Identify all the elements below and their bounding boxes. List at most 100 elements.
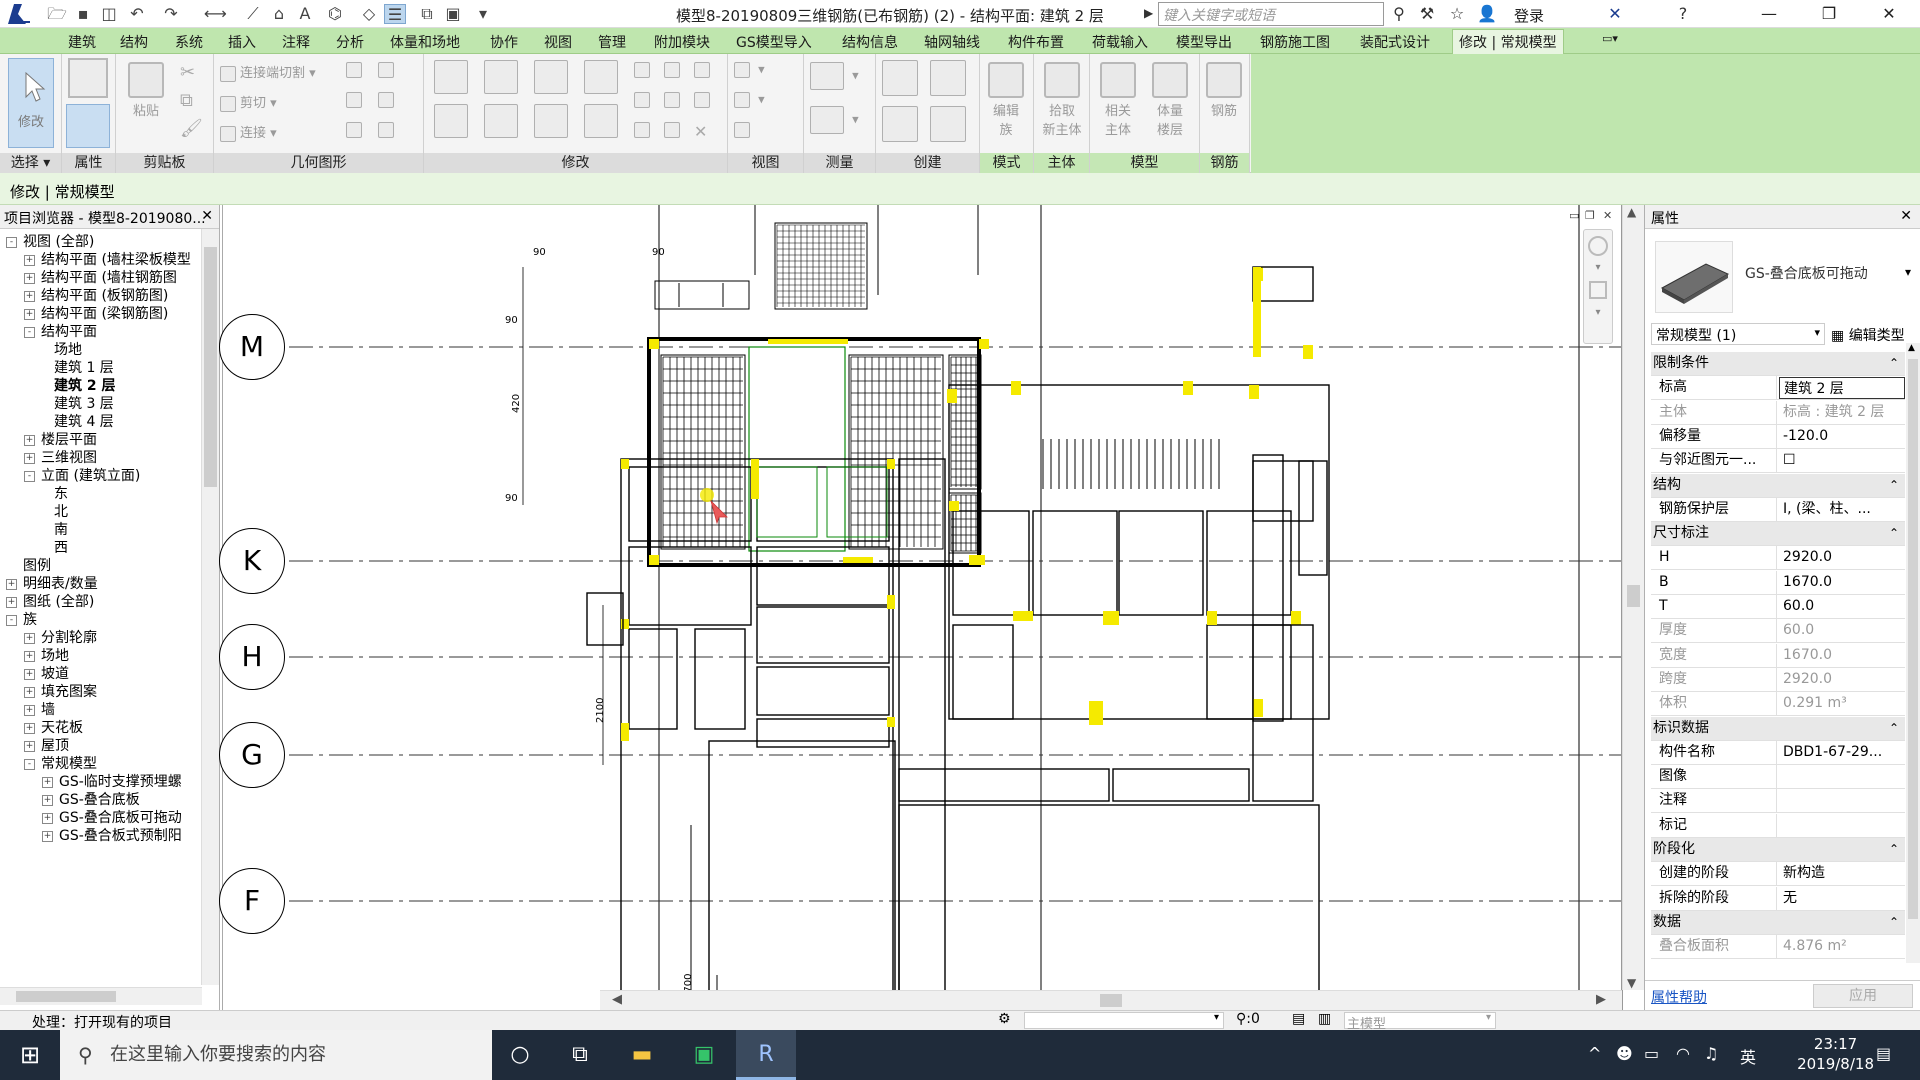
tab-architecture[interactable]: 建筑	[68, 32, 96, 52]
browser-vscrollbar[interactable]	[201, 229, 219, 985]
paste-button[interactable]: 粘贴	[124, 58, 168, 134]
property-value[interactable]: 60.0	[1779, 595, 1905, 618]
type-dropdown-icon[interactable]: ▾	[1905, 265, 1911, 279]
select-dropdown[interactable]: 选择 ▾	[0, 153, 61, 173]
expand-icon[interactable]: +	[24, 272, 35, 284]
switch-windows-icon[interactable]: ▣	[442, 4, 464, 24]
sync-icon[interactable]: ◫	[98, 4, 120, 24]
expand-icon[interactable]: +	[6, 578, 17, 590]
collapse-icon[interactable]: -	[24, 758, 35, 770]
override-graphics-icon[interactable]: ▾	[734, 92, 765, 108]
property-value[interactable]: 无	[1779, 887, 1905, 910]
task-view-icon[interactable]: ⧉	[550, 1030, 610, 1080]
expand-icon[interactable]: +	[42, 812, 53, 824]
create-similar-icon[interactable]	[930, 106, 970, 142]
design-option-select[interactable]: 主模型 ▾	[1344, 1012, 1496, 1032]
floor-plan-drawing[interactable]: 90 90 90 420 90 2100 1700	[223, 205, 1623, 1010]
chevron-right-icon[interactable]: ▶	[1144, 6, 1153, 20]
app-green-icon[interactable]: ▣	[674, 1030, 734, 1080]
expand-icon[interactable]: +	[24, 308, 35, 320]
user-icon[interactable]: 👤	[1476, 4, 1498, 23]
property-row[interactable]: 标高 建筑 2 层	[1651, 376, 1905, 401]
related-host-button[interactable]: 相关 主体	[1096, 58, 1140, 138]
taskbar-clock[interactable]: 23:17 2019/8/18	[1797, 1034, 1874, 1074]
browser-hscrollbar[interactable]	[0, 987, 202, 1005]
expand-icon[interactable]: +	[24, 668, 35, 680]
property-section-header[interactable]: 标识数据 ⌃	[1651, 716, 1905, 741]
properties-palette-button[interactable]	[66, 104, 110, 148]
expand-icon[interactable]: +	[24, 434, 35, 446]
collapse-section-icon[interactable]: ⌃	[1889, 717, 1899, 740]
windows-start-icon[interactable]: ⊞	[0, 1030, 60, 1080]
extend-icon[interactable]	[664, 122, 684, 138]
redo-icon[interactable]: ↷	[160, 4, 182, 24]
help-icon[interactable]: ?	[1672, 4, 1694, 23]
property-row[interactable]: 主体 标高 : 建筑 2 层	[1651, 400, 1905, 425]
split-gap-icon[interactable]	[664, 62, 684, 78]
expand-icon[interactable]: +	[24, 452, 35, 464]
property-value[interactable]: I, (梁、柱、...	[1779, 498, 1905, 521]
canvas-hscroll-thumb[interactable]	[1100, 994, 1122, 1007]
scale-icon[interactable]	[664, 92, 684, 108]
expand-icon[interactable]: +	[24, 722, 35, 734]
tray-app-icon[interactable]: ☻	[1616, 1044, 1633, 1063]
property-value[interactable]: 1670.0	[1779, 571, 1905, 594]
network-icon[interactable]: ◠	[1676, 1044, 1690, 1063]
tab-grid-axis[interactable]: 轴网轴线	[924, 32, 980, 52]
property-value[interactable]: 建筑 2 层	[1779, 377, 1905, 400]
taskbar-search-input[interactable]: ⚲ 在这里输入你要搜索的内容	[60, 1030, 492, 1080]
property-row[interactable]: 宽度 1670.0	[1651, 643, 1905, 668]
close-properties-icon[interactable]: ✕	[1900, 208, 1912, 224]
tab-modify-generic-model[interactable]: 修改 | 常规模型	[1452, 29, 1564, 56]
rotate-icon[interactable]	[534, 104, 572, 138]
3d-view-icon[interactable]: ⌬	[324, 4, 346, 24]
property-value[interactable]: ☐	[1779, 449, 1905, 472]
expand-icon[interactable]: +	[24, 632, 35, 644]
property-row[interactable]: T 60.0	[1651, 595, 1905, 619]
section-icon[interactable]: ◇	[358, 4, 380, 24]
property-section-header[interactable]: 限制条件 ⌃	[1651, 352, 1905, 376]
property-value[interactable]: 新构造	[1779, 862, 1905, 885]
mass-floors-button[interactable]: 体量 楼层	[1148, 58, 1192, 138]
tag-icon[interactable]: ⌂	[268, 4, 290, 24]
property-row[interactable]: 构件名称 DBD1-67-29...	[1651, 740, 1905, 765]
editable-only-icon[interactable]: ▤	[1292, 1011, 1305, 1027]
text-icon[interactable]: A	[294, 4, 316, 24]
property-value[interactable]: 2920.0	[1779, 546, 1905, 569]
property-row[interactable]: 标记	[1651, 813, 1905, 838]
tab-collaborate[interactable]: 协作	[490, 32, 518, 52]
tab-structure[interactable]: 结构	[120, 32, 148, 52]
scroll-up-icon[interactable]: ▲	[1627, 205, 1636, 219]
zoom-icon[interactable]	[1589, 281, 1607, 299]
unpin-icon[interactable]	[694, 92, 714, 108]
drawing-area[interactable]: ▭ ❐ ✕ 90 90 90 420 90 2100 1700 M K H G …	[219, 205, 1623, 1010]
measure-between-icon[interactable]: ▾	[810, 62, 859, 90]
expand-icon[interactable]: +	[6, 596, 17, 608]
properties-vscroll-thumb[interactable]	[1908, 359, 1918, 919]
collapse-section-icon[interactable]: ⌃	[1889, 911, 1899, 934]
property-row[interactable]: 体积 0.291 m³	[1651, 692, 1905, 717]
expand-icon[interactable]: +	[24, 650, 35, 662]
workset-icon[interactable]: ⚙	[998, 1011, 1011, 1027]
property-row[interactable]: H 2920.0	[1651, 546, 1905, 571]
trim-multi-icon[interactable]	[634, 122, 654, 138]
expand-icon[interactable]: +	[42, 794, 53, 806]
tray-expand-icon[interactable]: ^	[1588, 1044, 1601, 1063]
tab-component-layout[interactable]: 构件布置	[1008, 32, 1064, 52]
minimize-icon[interactable]: —	[1746, 0, 1792, 28]
property-row[interactable]: 偏移量 -120.0	[1651, 424, 1905, 449]
browser-vscroll-thumb[interactable]	[204, 247, 217, 487]
linework-icon[interactable]	[734, 122, 754, 138]
create-parts-icon[interactable]	[930, 60, 970, 96]
browser-tree-item[interactable]: + GS-叠合板式预制阳	[42, 825, 182, 847]
tab-rebar-drawings[interactable]: 钢筋施工图	[1260, 32, 1330, 52]
property-row[interactable]: 创建的阶段 新构造	[1651, 862, 1905, 887]
subscription-icon[interactable]: ⚒	[1416, 4, 1438, 23]
close-browser-icon[interactable]: ✕	[201, 208, 213, 224]
mirror-draw-icon[interactable]	[584, 60, 622, 94]
pick-new-host-button[interactable]: 拾取 新主体	[1040, 58, 1084, 138]
tab-analyze[interactable]: 分析	[336, 32, 364, 52]
thin-lines-icon[interactable]: ☰	[384, 4, 406, 24]
scroll-down-icon[interactable]: ▼	[1627, 976, 1636, 990]
design-options-icon[interactable]: ▥	[1318, 1011, 1331, 1027]
